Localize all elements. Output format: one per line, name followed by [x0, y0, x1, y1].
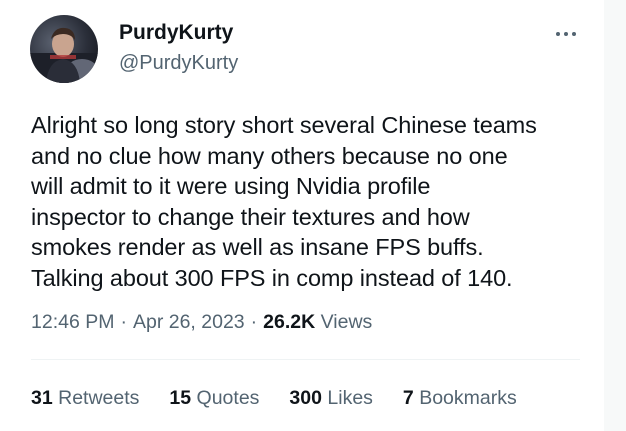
tweet-text: Alright so long story short several Chin… — [31, 112, 537, 291]
more-horizontal-icon-dot — [564, 32, 568, 36]
page-edge-strip — [604, 0, 626, 431]
meta-separator: · — [120, 311, 127, 333]
retweets-label: Retweets — [58, 387, 140, 409]
quotes-label: Quotes — [196, 387, 260, 409]
author-handle[interactable]: @PurdyKurty — [119, 51, 238, 75]
retweets-stat[interactable]: 31 Retweets — [31, 385, 139, 411]
bookmarks-count: 7 — [402, 387, 414, 409]
retweets-count: 31 — [31, 387, 53, 409]
likes-count: 300 — [289, 387, 322, 409]
quotes-count: 15 — [169, 387, 192, 409]
tweet-metadata: 12:46 PM · Apr 26, 2023 · 26.2K Views — [31, 309, 372, 335]
bookmarks-stat[interactable]: 7 Bookmarks — [403, 385, 517, 411]
likes-stat[interactable]: 300 Likes — [289, 385, 373, 411]
avatar[interactable] — [30, 15, 98, 83]
tweet-time[interactable]: 12:46 PM — [31, 311, 114, 333]
quotes-stat[interactable]: 15 Quotes — [169, 385, 259, 411]
views-label: Views — [320, 311, 373, 333]
bookmarks-label: Bookmarks — [419, 387, 517, 409]
author-display-name[interactable]: PurdyKurty — [119, 20, 233, 46]
more-horizontal-icon — [556, 32, 560, 36]
engagement-stats: 31 Retweets 15 Quotes 300 Likes 7 Bookma… — [31, 385, 547, 411]
likes-label: Likes — [327, 387, 373, 409]
more-options-button[interactable] — [548, 21, 584, 47]
more-horizontal-icon-dot — [572, 32, 576, 36]
meta-separator: · — [250, 311, 258, 333]
divider — [31, 359, 580, 360]
views-count: 26.2K — [263, 311, 316, 333]
tweet-date[interactable]: Apr 26, 2023 — [133, 311, 245, 333]
